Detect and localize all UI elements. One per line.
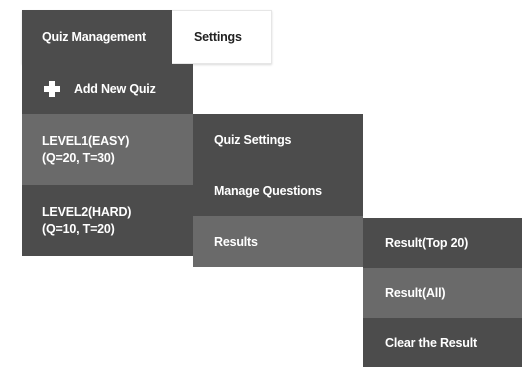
menu-item-level2[interactable]: LEVEL2(HARD) (Q=10, T=20) xyxy=(22,185,193,256)
level1-title: LEVEL1(EASY) xyxy=(42,133,130,148)
top-tabs: Quiz Management Settings xyxy=(22,10,272,64)
level-submenu: Quiz Settings Manage Questions Results xyxy=(193,114,363,267)
menu-item-level1[interactable]: LEVEL1(EASY) (Q=20, T=30) xyxy=(22,114,193,185)
result-top20-label: Result(Top 20) xyxy=(385,236,469,250)
quiz-menu: Add New Quiz LEVEL1(EASY) (Q=20, T=30) L… xyxy=(22,64,193,256)
results-label: Results xyxy=(214,234,258,249)
submenu-item-quiz-settings[interactable]: Quiz Settings xyxy=(193,114,363,165)
add-new-quiz-button[interactable]: Add New Quiz xyxy=(22,64,193,114)
level2-params: (Q=10, T=20) xyxy=(42,221,115,236)
results-submenu: Result(Top 20) Result(All) Clear the Res… xyxy=(363,218,522,367)
submenu-item-result-all[interactable]: Result(All) xyxy=(363,268,522,318)
tab-settings[interactable]: Settings xyxy=(172,10,272,64)
level1-params: (Q=20, T=30) xyxy=(42,150,115,165)
add-new-quiz-label: Add New Quiz xyxy=(74,82,156,96)
tab-quiz-management[interactable]: Quiz Management xyxy=(22,10,172,64)
submenu-item-clear-result[interactable]: Clear the Result xyxy=(363,318,522,367)
tab-settings-label: Settings xyxy=(194,30,242,44)
result-all-label: Result(All) xyxy=(385,286,446,300)
quiz-settings-label: Quiz Settings xyxy=(214,132,292,147)
clear-result-label: Clear the Result xyxy=(385,336,477,350)
submenu-item-results[interactable]: Results xyxy=(193,216,363,267)
plus-icon xyxy=(44,81,60,97)
tab-quiz-management-label: Quiz Management xyxy=(42,30,146,44)
submenu-item-manage-questions[interactable]: Manage Questions xyxy=(193,165,363,216)
manage-questions-label: Manage Questions xyxy=(214,183,322,198)
level2-title: LEVEL2(HARD) xyxy=(42,204,132,219)
quiz-admin-canvas: Quiz Management Settings Add New Quiz LE… xyxy=(0,0,522,367)
submenu-item-result-top20[interactable]: Result(Top 20) xyxy=(363,218,522,268)
